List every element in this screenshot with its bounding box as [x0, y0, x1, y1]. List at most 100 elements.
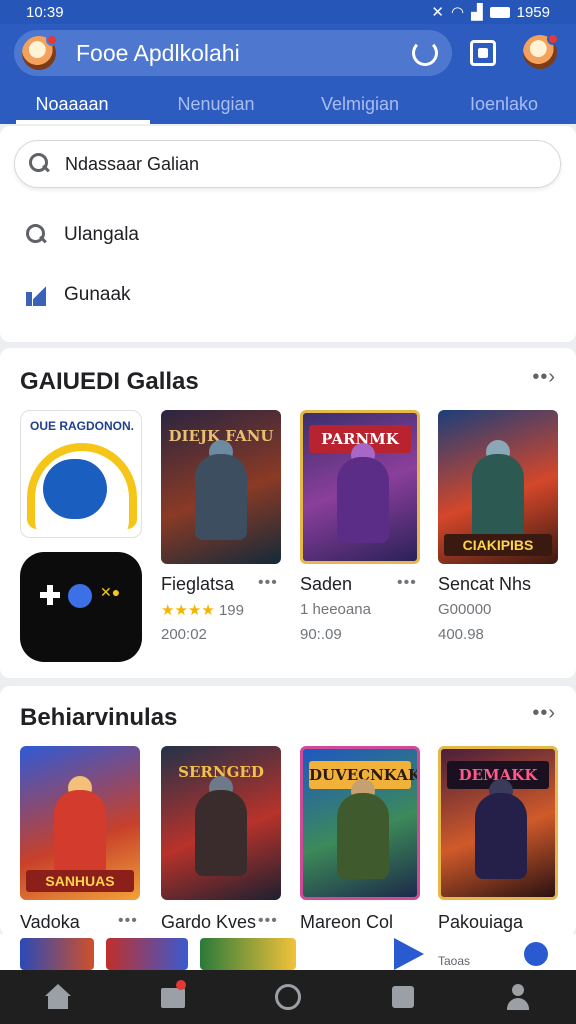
strip-label: Taoas	[438, 954, 471, 968]
game-title: Sencat Nhs	[438, 574, 532, 594]
game-poster-3[interactable]: CIAKIPIBS	[438, 410, 558, 564]
more-button[interactable]: ••›	[532, 366, 556, 389]
game-sub: 200:02	[161, 626, 207, 643]
game-poster-4[interactable]: SANHUAS	[20, 746, 140, 900]
action-buttons-icon: ✕●	[100, 584, 121, 600]
hero-figure	[195, 454, 247, 540]
section-recommended: Behiarvinulas ••› SANHUAS SERNGED DUVECN…	[0, 686, 576, 936]
suggestion-item[interactable]: Gunaak	[26, 284, 131, 306]
tab-3[interactable]: Velmigian	[288, 88, 432, 124]
game-title: Gardo Kves	[161, 912, 257, 932]
game-poster-5[interactable]: SERNGED	[161, 746, 281, 900]
home-body	[47, 994, 68, 1009]
hero-figure	[475, 793, 527, 879]
more-button[interactable]: ••›	[532, 702, 556, 725]
star-rating-icon: ★★★★	[161, 602, 215, 619]
library-icon[interactable]	[160, 980, 186, 1010]
game-meta: G00000	[438, 601, 492, 618]
hero-figure	[54, 790, 106, 876]
strip-badge-icon[interactable]	[524, 942, 548, 966]
refresh-icon[interactable]	[412, 40, 438, 66]
profile-head	[512, 984, 525, 996]
app-search-pill[interactable]: Fooe Apdlkolahi	[14, 30, 452, 76]
app-tile-controller[interactable]: ✕●	[20, 552, 142, 662]
game-title: Saden	[300, 574, 353, 594]
search-value: Ndassaar Galian	[65, 153, 200, 174]
section-title: GAIUEDI Gallas	[20, 368, 199, 395]
avatar[interactable]	[22, 34, 58, 70]
active-tab-indicator	[16, 120, 150, 124]
hero-figure	[337, 457, 389, 543]
suggestion-item[interactable]: Ulangala	[26, 224, 139, 246]
tab-4[interactable]: Ioenlako	[432, 88, 576, 124]
game-poster-6[interactable]: DUVECNKAK	[300, 746, 420, 900]
section-title: Behiarvinulas	[20, 704, 178, 731]
next-row-strip: Taoas	[0, 934, 576, 970]
library-badge	[175, 980, 186, 990]
game-poster-2[interactable]: PARNMK	[300, 410, 420, 564]
status-time: 10:39	[26, 3, 64, 21]
tab-bar: Noaaaan Nenugian Velmigian Ioenlako	[0, 88, 576, 124]
games-body	[392, 986, 415, 1008]
wifi-icon: ◠	[450, 4, 465, 21]
window-icon[interactable]	[470, 40, 496, 66]
signal-icon: ▟	[471, 4, 483, 21]
mute-icon: ✕	[431, 4, 444, 21]
notification-dot	[46, 34, 58, 46]
status-icons: ✕ ◠ ▟ 1959	[431, 3, 550, 22]
dpad-vertical	[47, 585, 53, 605]
rating-value: 199	[218, 602, 244, 619]
tab-2[interactable]: Nenugian	[144, 88, 288, 124]
home-icon[interactable]	[44, 984, 71, 1010]
tab-1[interactable]: Noaaaan	[0, 88, 144, 124]
game-title: Vadoka	[20, 912, 80, 932]
overflow-menu-icon[interactable]: •••	[258, 574, 278, 592]
trending-icon	[26, 284, 48, 306]
overflow-menu-icon[interactable]: •••	[258, 912, 278, 930]
search-icon	[26, 224, 48, 246]
hero-figure	[337, 793, 389, 879]
bottom-navigation	[0, 970, 576, 1024]
game-poster-1[interactable]: DIEJK FANU	[161, 410, 281, 564]
poster-bottom-title: SANHUAS	[26, 870, 134, 892]
poster-bottom-title: CIAKIPIBS	[444, 534, 552, 556]
suggestion-label: Gunaak	[64, 284, 131, 305]
hero-figure	[195, 790, 247, 876]
games-icon[interactable]	[390, 984, 416, 1010]
controller-blob-icon	[43, 459, 107, 519]
controller-button-icon	[68, 584, 92, 608]
section-featured: GAIUEDI Gallas ••› OUE RAGDONON. ✕● DIEJ…	[0, 348, 576, 678]
game-sub: 400.98	[438, 626, 484, 643]
app-bar: Fooe Apdlkolahi Noaaaan Nenugian Velmigi…	[0, 24, 576, 124]
circle-ring	[274, 984, 301, 1010]
hero-figure	[472, 454, 524, 540]
profile-body	[507, 998, 530, 1010]
app-tile-banner[interactable]: OUE RAGDONON.	[20, 410, 142, 538]
status-bar: 10:39 ✕ ◠ ▟ 1959	[0, 0, 576, 24]
game-meta: 1 heeoana	[300, 601, 371, 618]
strip-thumb-3[interactable]	[200, 938, 296, 970]
banner-label: OUE RAGDONON.	[29, 419, 134, 433]
search-icon	[29, 153, 51, 175]
game-title: Pakouiaga	[438, 912, 524, 932]
search-input[interactable]: Ndassaar Galian	[14, 140, 561, 188]
profile-icon[interactable]	[505, 984, 531, 1010]
profile-notification-dot	[547, 33, 559, 45]
battery-icon	[489, 6, 510, 18]
app-title: Fooe Apdlkolahi	[76, 39, 240, 66]
game-poster-7[interactable]: DEMAKK	[438, 746, 558, 900]
home-roof	[44, 984, 71, 996]
search-card: Ndassaar Galian Ulangala Gunaak	[0, 126, 576, 342]
strip-thumb-1[interactable]	[20, 938, 94, 970]
strip-thumb-2[interactable]	[106, 938, 188, 970]
game-rating: ★★★★ 199	[161, 601, 244, 619]
overflow-menu-icon[interactable]: •••	[118, 912, 138, 930]
circle-icon[interactable]	[274, 984, 301, 1010]
play-icon[interactable]	[394, 938, 424, 970]
overflow-menu-icon[interactable]: •••	[397, 574, 417, 592]
game-sub: 90:.09	[300, 626, 342, 643]
profile-avatar[interactable]	[523, 33, 559, 69]
status-right-text: 1959	[516, 3, 550, 21]
suggestion-label: Ulangala	[64, 224, 139, 245]
game-title: Fieglatsa	[161, 574, 235, 594]
